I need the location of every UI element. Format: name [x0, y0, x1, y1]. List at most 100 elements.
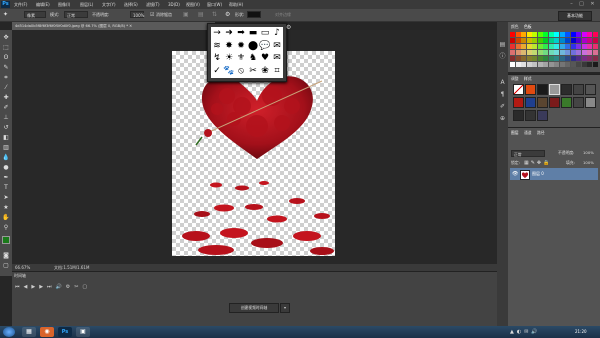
shape-envelope[interactable]: ✉ — [271, 40, 283, 53]
style-swatch[interactable] — [537, 97, 548, 108]
color-swatch[interactable] — [543, 38, 548, 43]
color-swatch[interactable] — [515, 32, 521, 37]
paragraph-panel-icon[interactable]: ¶ — [498, 90, 507, 99]
system-tray-icons[interactable]: ▲◐✉🔊 — [510, 329, 541, 335]
tab-swatches[interactable]: 色板 — [524, 24, 532, 30]
menu-edit[interactable]: 编辑(E) — [36, 1, 50, 8]
color-swatch[interactable] — [581, 38, 587, 43]
layer-name[interactable]: 图层 0 — [532, 168, 544, 180]
zoom-tool-icon[interactable]: ⚲ — [2, 224, 10, 232]
create-video-timeline-button[interactable]: 创建视频时间轴 — [229, 303, 279, 313]
layer-row[interactable]: 👁 图层 0 — [510, 168, 598, 180]
color-swatch[interactable] — [526, 56, 532, 61]
color-swatch[interactable] — [576, 32, 581, 37]
color-swatch[interactable] — [581, 32, 587, 37]
color-swatch[interactable] — [537, 62, 543, 67]
custom-shape-tool-icon[interactable]: ✦ — [3, 11, 8, 19]
color-swatch[interactable] — [532, 32, 537, 37]
lock-icons[interactable]: ▦✎✥🔒 — [524, 160, 551, 166]
style-swatch[interactable] — [573, 97, 584, 108]
shape-mail[interactable]: ✉ — [271, 52, 283, 65]
color-swatch[interactable] — [548, 50, 554, 55]
color-swatch[interactable] — [521, 32, 526, 37]
color-swatch[interactable] — [526, 38, 532, 43]
path-ops-icon[interactable]: ▣ — [183, 11, 189, 19]
style-swatch[interactable] — [513, 110, 524, 121]
shape-scissors[interactable]: ✂ — [247, 65, 259, 78]
eye-visibility-icon[interactable]: 👁 — [512, 171, 518, 177]
style-swatch[interactable] — [573, 84, 584, 95]
foreground-color-swatch[interactable] — [2, 236, 10, 244]
clock[interactable]: 21:20 — [575, 328, 587, 336]
color-swatch[interactable] — [526, 32, 532, 37]
blend-mode-select[interactable]: 正常 — [64, 11, 88, 18]
shape-music-note[interactable]: ♪ — [271, 27, 283, 40]
color-swatch[interactable] — [554, 32, 559, 37]
color-swatch[interactable] — [543, 32, 548, 37]
shape-grass[interactable]: ≋ — [211, 40, 223, 53]
color-swatch[interactable] — [510, 32, 515, 37]
blur-tool-icon[interactable]: 💧 — [2, 154, 10, 162]
menu-select[interactable]: 选择(S) — [124, 1, 138, 8]
clone-source-icon[interactable]: ⊕ — [498, 114, 507, 123]
color-swatch[interactable] — [532, 62, 537, 67]
shape-frame[interactable]: ▭ — [259, 27, 271, 40]
color-swatch[interactable] — [587, 50, 592, 55]
color-swatch[interactable] — [515, 44, 521, 49]
color-swatch[interactable] — [537, 50, 543, 55]
gradient-tool-icon[interactable]: ▥ — [2, 144, 10, 152]
healing-tool-icon[interactable]: ✚ — [2, 94, 10, 102]
shape-knight[interactable]: ♞ — [247, 52, 259, 65]
color-swatch[interactable] — [554, 38, 559, 43]
tab-styles[interactable]: 样式 — [524, 76, 532, 82]
shape-arrow-1[interactable]: → — [211, 27, 223, 40]
style-swatch[interactable] — [561, 97, 572, 108]
style-swatch[interactable] — [537, 110, 548, 121]
character-panel-icon[interactable]: A — [498, 78, 507, 87]
color-swatch[interactable] — [559, 56, 565, 61]
taskbar-explorer-icon[interactable]: ▦ — [22, 327, 36, 337]
move-tool-icon[interactable]: ✥ — [2, 34, 10, 42]
shape-circle[interactable]: ⬤ — [247, 40, 259, 53]
color-swatch[interactable] — [570, 38, 576, 43]
color-swatch[interactable] — [559, 50, 565, 55]
color-swatch[interactable] — [510, 56, 515, 61]
color-swatch[interactable] — [565, 44, 570, 49]
shape-tool-icon[interactable]: ★ — [2, 204, 10, 212]
color-swatch[interactable] — [565, 62, 570, 67]
color-swatch[interactable] — [543, 62, 548, 67]
fill-field[interactable]: 100% — [583, 160, 594, 166]
color-swatch[interactable] — [521, 50, 526, 55]
menu-filter[interactable]: 滤镜(T) — [146, 1, 160, 8]
color-swatch[interactable] — [570, 44, 576, 49]
shape-arrow-3[interactable]: ➡ — [235, 27, 247, 40]
color-swatch[interactable] — [587, 62, 592, 67]
style-swatch[interactable] — [525, 110, 536, 121]
pen-tool-icon[interactable]: ✒ — [2, 174, 10, 182]
color-swatch[interactable] — [592, 32, 598, 37]
color-swatch[interactable] — [543, 56, 548, 61]
color-swatch[interactable] — [576, 50, 581, 55]
eraser-tool-icon[interactable]: ◧ — [2, 134, 10, 142]
style-swatch[interactable] — [549, 84, 560, 95]
color-swatch[interactable] — [554, 62, 559, 67]
shape-paw[interactable]: 🐾 — [223, 65, 235, 78]
hand-tool-icon[interactable]: ✋ — [2, 214, 10, 222]
style-swatch[interactable] — [513, 97, 524, 108]
menu-3d[interactable]: 3D(D) — [168, 1, 180, 8]
color-swatch[interactable] — [521, 56, 526, 61]
minimize-button[interactable]: – — [567, 1, 576, 7]
color-swatch[interactable] — [581, 50, 587, 55]
timeline-title[interactable]: 时间轴 — [14, 272, 26, 279]
start-button[interactable] — [3, 327, 15, 337]
style-swatch[interactable] — [549, 97, 560, 108]
path-arrange-icon[interactable]: ⇅ — [212, 11, 217, 19]
tab-layers[interactable]: 图层 — [511, 130, 519, 136]
menu-file[interactable]: 文件(F) — [14, 1, 27, 8]
layer-opacity-field[interactable]: 100% — [583, 150, 594, 156]
color-swatch[interactable] — [548, 38, 554, 43]
shape-lightning[interactable]: ↯ — [211, 52, 223, 65]
shape-fleur[interactable]: ⚜ — [235, 52, 247, 65]
color-swatch[interactable] — [576, 44, 581, 49]
shape-heart[interactable]: ♥ — [259, 52, 271, 65]
